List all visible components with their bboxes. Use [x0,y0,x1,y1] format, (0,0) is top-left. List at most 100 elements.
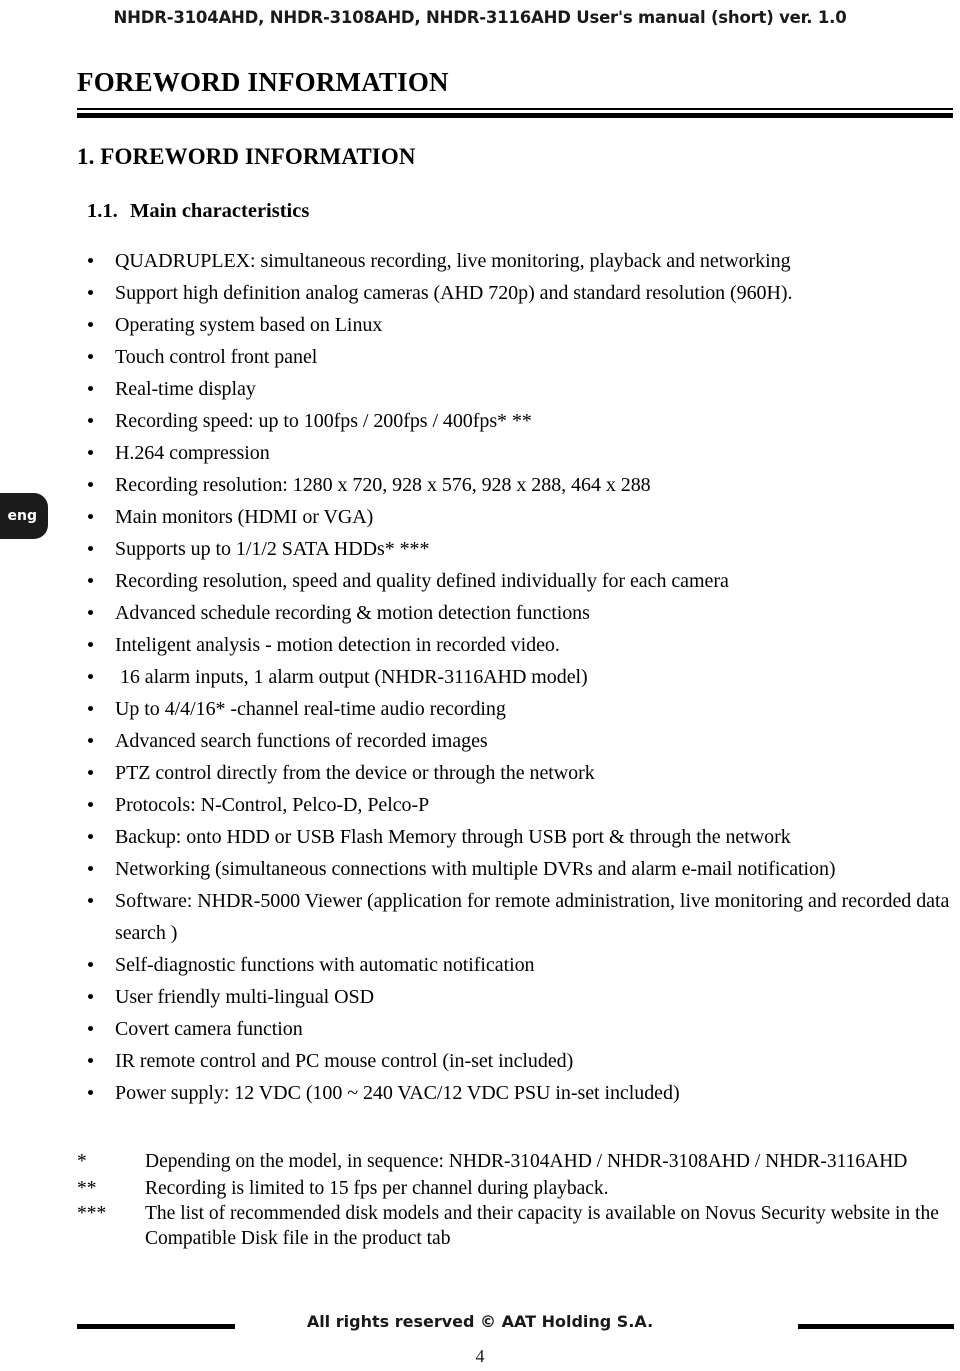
page-footer: All rights reserved © AAT Holding S.A. 4 [0,1312,960,1367]
bullet-icon [88,706,93,712]
list-item: Touch control front panel [77,341,953,373]
list-item: Backup: onto HDD or USB Flash Memory thr… [77,821,953,853]
list-item-label: IR remote control and PC mouse control (… [115,1050,574,1073]
footnote: * Depending on the model, in sequence: N… [77,1149,953,1174]
list-item-label: Recording resolution, speed and quality … [115,570,729,593]
list-item: Software: NHDR-5000 Viewer (application … [77,885,953,949]
bullet-icon [88,738,93,744]
list-item: Main monitors (HDMI or VGA) [77,501,953,533]
list-item-label: H.264 compression [115,442,270,465]
list-item: Self-diagnostic functions with automatic… [77,949,953,981]
footnote-marker: *** [77,1203,107,1225]
list-item-label: Real-time display [115,378,256,401]
bullet-icon [88,1058,93,1064]
list-item-label: Up to 4/4/16* -channel real-time audio r… [115,698,506,721]
list-item-label: Protocols: N-Control, Pelco-D, Pelco-P [115,794,430,817]
subsection-number: 1.1. [87,200,118,223]
list-item: Recording resolution, speed and quality … [77,565,953,597]
footnote-text: The list of recommended disk models and … [145,1203,939,1250]
footnote: *** The list of recommended disk models … [77,1201,953,1251]
bullet-icon [88,802,93,808]
bullet-icon [88,642,93,648]
bullet-icon [88,450,93,456]
list-item-label: Self-diagnostic functions with automatic… [115,954,535,977]
list-item: Networking (simultaneous connections wit… [77,853,953,885]
bullet-icon [88,1090,93,1096]
list-item: QUADRUPLEX: simultaneous recording, live… [77,245,953,277]
bullet-icon [88,386,93,392]
list-item-label: PTZ control directly from the device or … [115,762,595,785]
list-item-label: Power supply: 12 VDC (100 ~ 240 VAC/12 V… [115,1082,680,1105]
list-item-label: Networking (simultaneous connections wit… [115,858,836,881]
list-item: 16 alarm inputs, 1 alarm output (NHDR-31… [77,661,953,693]
bullet-icon [88,546,93,552]
list-item-label: User friendly multi-lingual OSD [115,986,374,1009]
bullet-icon [88,994,93,1000]
bullet-icon [88,1026,93,1032]
list-item-label: Backup: onto HDD or USB Flash Memory thr… [115,826,791,849]
list-item-label: Covert camera function [115,1018,303,1041]
list-item-label: Software: NHDR-5000 Viewer (application … [115,890,955,945]
list-item-label: QUADRUPLEX: simultaneous recording, live… [115,250,791,273]
bullet-icon [88,674,93,680]
list-item: IR remote control and PC mouse control (… [77,1045,953,1077]
list-item: Support high definition analog cameras (… [77,277,953,309]
bullet-icon [88,866,93,872]
list-item-label: Advanced search functions of recorded im… [115,730,488,753]
footnote-marker: ** [77,1178,97,1200]
list-item: Inteligent analysis - motion detection i… [77,629,953,661]
list-item: Supports up to 1/1/2 SATA HDDs* *** [77,533,953,565]
bullet-icon [88,290,93,296]
list-item-label: Touch control front panel [115,346,318,369]
bullet-icon [88,258,93,264]
footnote-text: Depending on the model, in sequence: NHD… [145,1151,908,1173]
features-list: QUADRUPLEX: simultaneous recording, live… [77,245,953,1109]
bullet-icon [88,610,93,616]
list-item-label: Support high definition analog cameras (… [115,282,793,305]
bullet-icon [88,514,93,520]
list-item-label: Recording resolution: 1280 x 720, 928 x … [115,474,651,497]
list-item: PTZ control directly from the device or … [77,757,953,789]
bullet-icon [88,354,93,360]
list-item-label: Recording speed: up to 100fps / 200fps /… [115,410,532,433]
page-title: FOREWORD INFORMATION [77,67,449,97]
bullet-icon [88,418,93,424]
bullet-icon [88,898,93,904]
language-tab-eng[interactable]: eng [0,493,48,539]
list-item: H.264 compression [77,437,953,469]
bullet-icon [88,482,93,488]
list-item-label: Inteligent analysis - motion detection i… [115,634,560,657]
list-item: Up to 4/4/16* -channel real-time audio r… [77,693,953,725]
subsection-title: Main characteristics [130,200,310,223]
page-number: 4 [475,1346,485,1366]
list-item: User friendly multi-lingual OSD [77,981,953,1013]
bullet-icon [88,578,93,584]
footnotes-block: * Depending on the model, in sequence: N… [77,1149,953,1251]
list-item-label: Main monitors (HDMI or VGA) [115,506,374,529]
bullet-icon [88,962,93,968]
list-item: Advanced search functions of recorded im… [77,725,953,757]
footer-row: All rights reserved © AAT Holding S.A. [0,1312,960,1340]
list-item: Operating system based on Linux [77,309,953,341]
list-item-label: 16 alarm inputs, 1 alarm output (NHDR-31… [115,666,588,689]
subsection-heading: 1.1. Main characteristics [87,200,953,223]
section-heading: 1. FOREWORD INFORMATION [77,144,416,170]
list-item: Advanced schedule recording & motion det… [77,597,953,629]
footnote-text: Recording is limited to 15 fps per chann… [145,1178,609,1200]
footnote-marker: * [77,1151,87,1173]
footnote: ** Recording is limited to 15 fps per ch… [77,1176,953,1201]
list-item: Protocols: N-Control, Pelco-D, Pelco-P [77,789,953,821]
language-tab-label: eng [7,508,37,524]
page-content: FOREWORD INFORMATION 1. FOREWORD INFORMA… [77,0,953,1251]
list-item-label: Advanced schedule recording & motion det… [115,602,590,625]
list-item-label: Operating system based on Linux [115,314,383,337]
bullet-icon [88,770,93,776]
divider-line-thick [77,113,953,119]
list-item: Recording speed: up to 100fps / 200fps /… [77,405,953,437]
bullet-icon [88,834,93,840]
footer-rule-right [798,1324,954,1329]
title-divider [77,108,953,119]
bullet-icon [88,322,93,328]
list-item: Real-time display [77,373,953,405]
list-item: Covert camera function [77,1013,953,1045]
